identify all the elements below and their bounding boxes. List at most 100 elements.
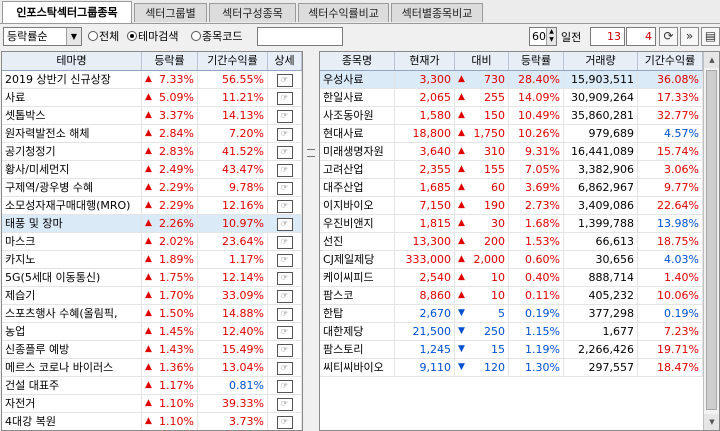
- days-stepper[interactable]: 60 ▲ ▼: [529, 27, 557, 46]
- table-row[interactable]: 4대강 복원 ▲ 1.10% 3.73% ☞: [2, 413, 302, 430]
- detail-button[interactable]: ☞: [276, 325, 293, 339]
- detail-button[interactable]: ☞: [276, 73, 293, 87]
- table-row[interactable]: 자전거 ▲ 1.10% 39.33% ☞: [2, 395, 302, 413]
- table-row[interactable]: 미래생명자원 3,640 ▲ 310 9.31% 16,441,089 15.74%: [320, 143, 703, 161]
- header-detail[interactable]: 상세: [268, 52, 302, 70]
- header-diff[interactable]: 대비: [455, 52, 509, 70]
- stepper-arrows-icon[interactable]: ▲ ▼: [546, 28, 556, 45]
- header-volume[interactable]: 거래량: [564, 52, 638, 70]
- table-row[interactable]: 스포츠행사 수혜(올림픽, ▲ 1.50% 14.88% ☞: [2, 305, 302, 323]
- tab-infostock-sector-group[interactable]: 인포스탁섹터그룹종목: [2, 1, 132, 23]
- table-row[interactable]: 건설 대표주 ▲ 1.17% 0.81% ☞: [2, 377, 302, 395]
- stock-table-scrollbar[interactable]: ▲ ▼: [703, 52, 719, 430]
- table-row[interactable]: 신종플루 예방 ▲ 1.43% 15.49% ☞: [2, 341, 302, 359]
- next-page-button[interactable]: ▤: [701, 27, 720, 46]
- table-row[interactable]: 한탑 2,670 ▼ 5 0.19% 377,298 0.19%: [320, 305, 703, 323]
- double-chevron-right-icon: »: [685, 29, 694, 43]
- detail-button[interactable]: ☞: [276, 271, 293, 285]
- stock-code-input[interactable]: [257, 27, 343, 46]
- header-change-rate[interactable]: 등락률: [142, 52, 198, 70]
- radio-all[interactable]: 전체: [88, 29, 119, 45]
- stock-name: 한일사료: [320, 89, 395, 106]
- table-row[interactable]: 선진 13,300 ▲ 200 1.53% 66,613 18.75%: [320, 233, 703, 251]
- table-row[interactable]: 황사/미세먼지 ▲ 2.49% 43.47% ☞: [2, 161, 302, 179]
- table-row[interactable]: 우성사료 3,300 ▲ 730 28.40% 15,903,511 36.08%: [320, 71, 703, 89]
- detail-button[interactable]: ☞: [276, 181, 293, 195]
- table-row[interactable]: 한일사료 2,065 ▲ 255 14.09% 30,909,264 17.33%: [320, 89, 703, 107]
- detail-button[interactable]: ☞: [276, 127, 293, 141]
- table-row[interactable]: 2019 상반기 신규상장 ▲ 7.33% 56.55% ☞: [2, 71, 302, 89]
- theme-name: 4대강 복원: [2, 413, 142, 430]
- pane-splitter[interactable]: [303, 51, 319, 431]
- table-row[interactable]: 마스크 ▲ 2.02% 23.64% ☞: [2, 233, 302, 251]
- scroll-thumb[interactable]: [706, 70, 717, 410]
- skip-forward-button[interactable]: »: [680, 27, 699, 46]
- refresh-button[interactable]: ⟳: [659, 27, 678, 46]
- tab-sector-constituents[interactable]: 섹터구성종목: [209, 3, 296, 22]
- radio-theme-search-icon: [127, 31, 137, 41]
- header-theme-name[interactable]: 테마명: [2, 52, 142, 70]
- table-row[interactable]: 팜스코 8,860 ▲ 10 0.11% 405,232 10.06%: [320, 287, 703, 305]
- table-row[interactable]: 카지노 ▲ 1.89% 1.17% ☞: [2, 251, 302, 269]
- detail-button[interactable]: ☞: [276, 199, 293, 213]
- detail-button[interactable]: ☞: [276, 235, 293, 249]
- header-period-return[interactable]: 기간수익률: [638, 52, 703, 70]
- detail-button[interactable]: ☞: [276, 379, 293, 393]
- sort-select[interactable]: 등락률순 ▼: [3, 27, 82, 46]
- table-row[interactable]: 공기청정기 ▲ 2.83% 41.52% ☞: [2, 143, 302, 161]
- table-row[interactable]: 제습기 ▲ 1.70% 33.09% ☞: [2, 287, 302, 305]
- table-row[interactable]: 이지바이오 7,150 ▲ 190 2.73% 3,409,086 22.64%: [320, 197, 703, 215]
- table-row[interactable]: 고려산업 2,355 ▲ 155 7.05% 3,382,906 3.06%: [320, 161, 703, 179]
- number-field-2[interactable]: 4: [626, 27, 656, 46]
- header-current-price[interactable]: 현재가: [395, 52, 455, 70]
- current-price: 18,800: [395, 125, 455, 142]
- detail-button[interactable]: ☞: [276, 361, 293, 375]
- chevron-down-icon[interactable]: ▼: [66, 28, 81, 45]
- detail-button[interactable]: ☞: [276, 289, 293, 303]
- table-row[interactable]: 대주산업 1,685 ▲ 60 3.69% 6,862,967 9.77%: [320, 179, 703, 197]
- table-row[interactable]: 사료 ▲ 5.09% 11.21% ☞: [2, 89, 302, 107]
- detail-button[interactable]: ☞: [276, 397, 293, 411]
- table-row[interactable]: 셋톱박스 ▲ 3.37% 14.13% ☞: [2, 107, 302, 125]
- table-row[interactable]: 농업 ▲ 1.45% 12.40% ☞: [2, 323, 302, 341]
- detail-button[interactable]: ☞: [276, 307, 293, 321]
- table-row[interactable]: 구제역/광우병 수혜 ▲ 2.29% 9.78% ☞: [2, 179, 302, 197]
- change-rate-value: 1.68%: [509, 215, 564, 232]
- table-row[interactable]: 대한제당 21,500 ▼ 250 1.15% 1,677 7.23%: [320, 323, 703, 341]
- scroll-up-icon[interactable]: ▲: [704, 52, 719, 68]
- header-period-return[interactable]: 기간수익률: [198, 52, 268, 70]
- tab-sector-stock-compare[interactable]: 섹터별종목비교: [391, 3, 483, 22]
- table-row[interactable]: 우진비앤지 1,815 ▲ 30 1.68% 1,399,788 13.98%: [320, 215, 703, 233]
- table-row[interactable]: 사조동아원 1,580 ▲ 150 10.49% 35,860,281 32.77%: [320, 107, 703, 125]
- detail-button[interactable]: ☞: [276, 91, 293, 105]
- table-row[interactable]: 현대사료 18,800 ▲ 1,750 10.26% 979,689 4.57%: [320, 125, 703, 143]
- tab-sector-return-compare[interactable]: 섹터수익률비교: [298, 3, 389, 22]
- detail-button[interactable]: ☞: [276, 415, 293, 429]
- table-row[interactable]: 태풍 및 장마 ▲ 2.26% 10.97% ☞: [2, 215, 302, 233]
- scroll-down-icon[interactable]: ▼: [704, 414, 719, 430]
- radio-stock-code[interactable]: 종목코드: [191, 29, 242, 45]
- radio-theme-search[interactable]: 테마검색: [127, 29, 178, 45]
- number-field-1[interactable]: 13: [590, 27, 625, 46]
- detail-button[interactable]: ☞: [276, 145, 293, 159]
- table-row[interactable]: CJ제일제당 333,000 ▲ 2,000 0.60% 30,656 4.03%: [320, 251, 703, 269]
- volume-value: 15,903,511: [564, 71, 638, 88]
- header-change-rate[interactable]: 등락률: [509, 52, 564, 70]
- table-row[interactable]: 소모성자재구매대행(MRO) ▲ 2.29% 12.16% ☞: [2, 197, 302, 215]
- table-row[interactable]: 케이씨피드 2,540 ▲ 10 0.40% 888,714 1.40%: [320, 269, 703, 287]
- detail-button[interactable]: ☞: [276, 253, 293, 267]
- table-row[interactable]: 원자력발전소 해체 ▲ 2.84% 7.20% ☞: [2, 125, 302, 143]
- table-row[interactable]: 5G(5세대 이동통신) ▲ 1.75% 12.14% ☞: [2, 269, 302, 287]
- current-price: 1,815: [395, 215, 455, 232]
- detail-button[interactable]: ☞: [276, 163, 293, 177]
- detail-button[interactable]: ☞: [276, 109, 293, 123]
- table-row[interactable]: 팜스토리 1,245 ▼ 15 1.19% 2,266,426 19.71%: [320, 341, 703, 359]
- change-rate-value: 3.69%: [509, 179, 564, 196]
- detail-cell: ☞: [268, 71, 302, 88]
- detail-button[interactable]: ☞: [276, 343, 293, 357]
- detail-button[interactable]: ☞: [276, 217, 293, 231]
- tab-sector-group[interactable]: 섹터그룹별: [134, 3, 207, 22]
- table-row[interactable]: 씨티씨바이오 9,110 ▼ 120 1.30% 297,557 18.47%: [320, 359, 703, 377]
- header-stock-name[interactable]: 종목명: [320, 52, 395, 70]
- table-row[interactable]: 메르스 코로나 바이러스 ▲ 1.36% 13.04% ☞: [2, 359, 302, 377]
